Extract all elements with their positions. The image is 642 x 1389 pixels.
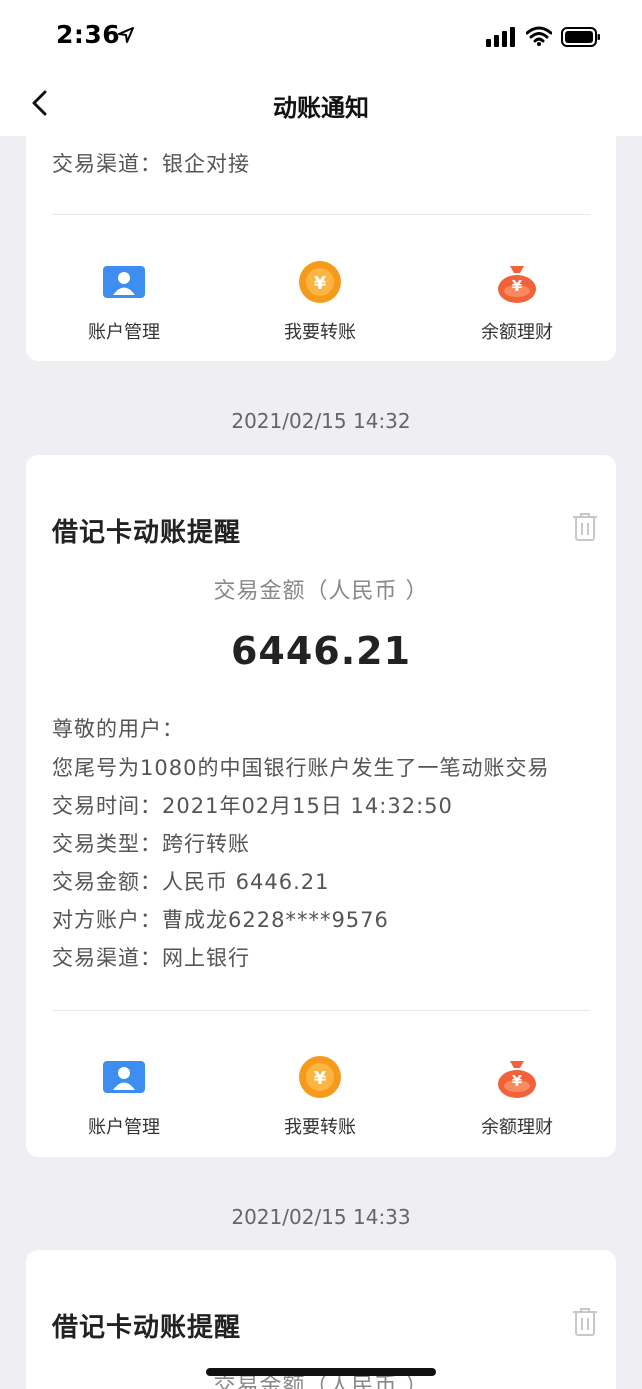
signal-icon xyxy=(486,27,515,47)
date-label: 2021/02/15 14:32 xyxy=(231,409,411,433)
trash-icon[interactable] xyxy=(571,1306,599,1338)
amount-line: 交易金额：人民币 6446.21 xyxy=(52,870,330,894)
greeting-line: 尊敬的用户： xyxy=(52,717,184,741)
balance-finance-button[interactable]: ¥ 余额理财 xyxy=(442,1055,592,1145)
time-line: 交易时间：2021年02月15日 14:32:50 xyxy=(52,794,453,818)
transfer-button[interactable]: ¥ 我要转账 xyxy=(245,260,395,350)
amount-value: 6446.21 xyxy=(230,629,412,673)
divider xyxy=(52,214,590,215)
message-line: 您尾号为1080的中国银行账户发生了一笔动账交易 xyxy=(52,756,550,780)
notification-list[interactable]: 交易渠道：银企对接 账户管理 ¥ 我要转账 ¥ 余额理财 2021/02/15 … xyxy=(0,0,642,1389)
channel-line: 交易渠道：网上银行 xyxy=(52,946,250,970)
channel-line: 交易渠道：银企对接 xyxy=(52,152,250,176)
transfer-button[interactable]: ¥ 我要转账 xyxy=(245,1055,395,1145)
transfer-label: 我要转账 xyxy=(284,1117,356,1138)
balance-finance-button[interactable]: ¥ 余额理财 xyxy=(442,260,592,350)
type-line: 交易类型：跨行转账 xyxy=(52,832,250,856)
svg-text:¥: ¥ xyxy=(512,277,523,295)
action-row: 账户管理 ¥ 我要转账 ¥ 余额理财 xyxy=(26,260,616,350)
top-bar: 2:36 动账通知 xyxy=(0,0,642,136)
notification-card: 借记卡动账提醒 交易金额（人民币 ） 6446.21 尊敬的用户： 您尾号为10… xyxy=(26,455,616,1157)
account-management-label: 账户管理 xyxy=(88,1117,160,1138)
location-arrow-icon xyxy=(118,27,134,43)
wifi-icon xyxy=(526,26,552,46)
notification-card-partial: 交易渠道：银企对接 账户管理 ¥ 我要转账 ¥ 余额理财 xyxy=(26,100,616,361)
battery-icon xyxy=(561,27,600,47)
money-bag-icon: ¥ xyxy=(498,266,536,303)
counterparty-line: 对方账户：曹成龙6228****9576 xyxy=(52,908,389,932)
yuan-coin-icon: ¥ xyxy=(299,261,341,303)
balance-finance-label: 余额理财 xyxy=(481,1117,553,1138)
date-label: 2021/02/15 14:33 xyxy=(231,1205,411,1229)
divider xyxy=(52,1010,590,1011)
money-bag-icon: ¥ xyxy=(498,1061,536,1098)
account-card-icon xyxy=(103,1061,145,1093)
page-title: 动账通知 xyxy=(273,94,369,122)
svg-text:¥: ¥ xyxy=(512,1072,523,1090)
status-time: 2:36 xyxy=(56,20,121,49)
home-indicator[interactable] xyxy=(206,1368,436,1376)
account-management-button[interactable]: 账户管理 xyxy=(49,1055,199,1145)
card-title: 借记卡动账提醒 xyxy=(52,518,242,548)
balance-finance-label: 余额理财 xyxy=(481,322,553,343)
yuan-coin-icon: ¥ xyxy=(299,1056,341,1098)
trash-icon[interactable] xyxy=(571,511,599,543)
transfer-label: 我要转账 xyxy=(284,322,356,343)
svg-text:¥: ¥ xyxy=(314,1068,327,1089)
card-title: 借记卡动账提醒 xyxy=(52,1313,242,1343)
amount-label: 交易金额（人民币 ） xyxy=(213,579,429,604)
account-management-button[interactable]: 账户管理 xyxy=(49,260,199,350)
action-row: 账户管理 ¥ 我要转账 ¥ 余额理财 xyxy=(26,1055,616,1145)
account-card-icon xyxy=(103,266,145,298)
account-management-label: 账户管理 xyxy=(88,322,160,343)
svg-text:¥: ¥ xyxy=(314,273,327,294)
